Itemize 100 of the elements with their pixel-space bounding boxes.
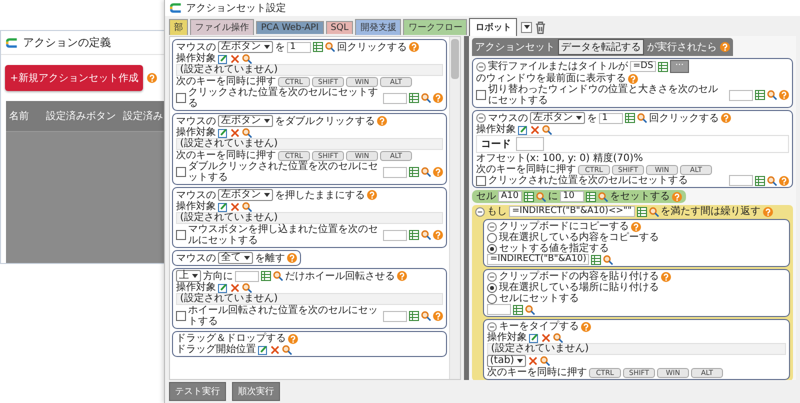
input-field[interactable]: =INDIRECT("B"&A10)<>"" bbox=[509, 206, 635, 217]
collapse-icon bbox=[476, 113, 486, 123]
checkbox-label: クリックされた位置を次のセルにセットする bbox=[188, 87, 379, 109]
dropdown[interactable]: 左ボタン bbox=[218, 189, 273, 201]
radio-button[interactable] bbox=[487, 244, 497, 254]
label-text: 操作対象 bbox=[176, 53, 216, 64]
cross-icon bbox=[230, 54, 240, 64]
label-text: だけホイール回転させる bbox=[285, 270, 395, 282]
search-icon bbox=[242, 202, 252, 212]
checkbox[interactable] bbox=[176, 230, 186, 240]
caret-icon bbox=[192, 274, 198, 278]
search-icon bbox=[603, 254, 614, 264]
input-field[interactable] bbox=[729, 90, 753, 100]
radio-button[interactable] bbox=[487, 282, 497, 292]
input-field[interactable] bbox=[383, 310, 407, 322]
search-icon bbox=[421, 311, 431, 321]
search-icon bbox=[242, 54, 252, 64]
new-action-set-button[interactable]: +新規アクションセット作成 bbox=[5, 65, 144, 91]
checkbox[interactable] bbox=[476, 176, 486, 186]
edit-icon bbox=[218, 202, 228, 212]
grid-icon bbox=[524, 192, 534, 202]
input-field[interactable] bbox=[383, 92, 407, 104]
label-text: セル bbox=[476, 191, 496, 202]
checkbox[interactable] bbox=[476, 90, 486, 100]
label-text: キーをタイプする bbox=[499, 321, 579, 332]
dropdown-button[interactable] bbox=[521, 22, 532, 32]
input-field[interactable]: A10 bbox=[498, 191, 522, 202]
label-text: クリップボードにコピーする bbox=[499, 221, 629, 232]
radio-button[interactable] bbox=[487, 232, 497, 242]
input-field[interactable] bbox=[729, 175, 753, 186]
search-icon bbox=[542, 124, 552, 134]
checkbox-label: マウスボタンを押し込まれた位置を次のセルにセットする bbox=[188, 224, 379, 246]
category-tab[interactable]: 部 bbox=[169, 19, 188, 35]
radio-button[interactable] bbox=[487, 294, 497, 304]
input-field[interactable] bbox=[516, 137, 544, 151]
help-icon bbox=[397, 271, 407, 281]
input-field[interactable] bbox=[235, 270, 259, 282]
collapse-icon bbox=[487, 222, 497, 232]
cross-icon bbox=[270, 344, 280, 354]
code-label: コード bbox=[481, 138, 511, 150]
help-icon bbox=[409, 42, 419, 52]
label-text: 次のキーを同時に押す bbox=[487, 367, 587, 378]
run-button[interactable]: 順次実行 bbox=[232, 382, 280, 401]
label-text: をダブルクリックする bbox=[275, 116, 375, 126]
input-field[interactable]: =INDIRECT("B"&A10) bbox=[487, 254, 590, 265]
run-button[interactable]: テスト実行 bbox=[169, 382, 226, 401]
search-icon bbox=[421, 93, 431, 103]
cross-icon bbox=[230, 202, 240, 212]
label-text: オフセット(x: 100, y: 0) 精度(70)% bbox=[476, 153, 644, 164]
checkbox[interactable] bbox=[176, 167, 186, 177]
dropdown[interactable]: 左ボタン bbox=[218, 41, 273, 53]
dropdown[interactable]: 左ボタン bbox=[218, 115, 273, 127]
cross-icon bbox=[528, 356, 538, 366]
label-text: 次のキーを同時に押す bbox=[176, 76, 276, 87]
radio-label: 現在選択している内容をコピーする bbox=[499, 232, 660, 243]
dropdown[interactable]: (tab) bbox=[487, 355, 526, 367]
collapse-icon bbox=[487, 272, 497, 282]
radio-label: セルにセットする bbox=[499, 293, 580, 304]
help-icon bbox=[377, 116, 387, 126]
category-tab[interactable]: ロボット bbox=[469, 18, 518, 36]
collapse-icon bbox=[487, 322, 497, 332]
trigger-name: データを転記する bbox=[558, 39, 644, 55]
checkbox[interactable] bbox=[176, 93, 186, 103]
input-field[interactable]: 10 bbox=[560, 191, 584, 202]
scrollbar[interactable] bbox=[449, 37, 460, 379]
category-tab[interactable]: ワークフロー bbox=[403, 19, 468, 35]
label-text: 操作対象 bbox=[176, 127, 216, 138]
grid-icon bbox=[591, 254, 602, 264]
caret-icon bbox=[264, 45, 270, 49]
category-tab[interactable]: SQL bbox=[326, 20, 354, 34]
label-text: クリップボードの内容を貼り付ける bbox=[499, 271, 659, 282]
dropdown[interactable]: 上 bbox=[176, 270, 201, 282]
category-tab[interactable]: PCA Web-API bbox=[256, 20, 324, 34]
label-text: 操作対象 bbox=[476, 124, 516, 135]
label-text: 操作対象 bbox=[176, 282, 216, 293]
input-field[interactable] bbox=[383, 166, 407, 178]
input-field[interactable] bbox=[487, 304, 511, 315]
radio-label: セットする値を指定する bbox=[499, 243, 610, 254]
label-text: のウィンドウを最前面に表示する bbox=[476, 73, 626, 84]
cross-icon bbox=[230, 128, 240, 138]
dropdown[interactable]: 全て bbox=[218, 252, 253, 264]
column-header[interactable]: 設定済みボタン bbox=[46, 109, 116, 123]
cross-icon bbox=[530, 124, 540, 134]
column-header[interactable]: 設定済み bbox=[123, 109, 163, 123]
checkbox-label: ホイール回転された位置を次のセルにセットする bbox=[188, 305, 379, 327]
checkbox-label: 切り替わったウィンドウの位置と大きさを次のセルにセットする bbox=[488, 84, 719, 106]
input-field[interactable]: =DS bbox=[630, 61, 656, 72]
dropdown[interactable]: 左ボタン bbox=[530, 112, 585, 124]
category-tab[interactable]: 開発支援 bbox=[355, 19, 402, 35]
checkbox[interactable] bbox=[176, 311, 186, 321]
search-icon bbox=[540, 356, 550, 366]
input-field[interactable] bbox=[383, 230, 407, 240]
cross-icon bbox=[541, 332, 551, 342]
grid-icon bbox=[755, 176, 765, 186]
category-tab[interactable]: ファイル操作 bbox=[190, 19, 254, 35]
input-field[interactable]: 1 bbox=[599, 112, 623, 124]
grid-icon bbox=[586, 192, 596, 202]
column-header[interactable]: 名前 bbox=[9, 109, 39, 123]
label-text: マウスの bbox=[176, 42, 216, 52]
input-field[interactable]: 1 bbox=[287, 42, 311, 52]
